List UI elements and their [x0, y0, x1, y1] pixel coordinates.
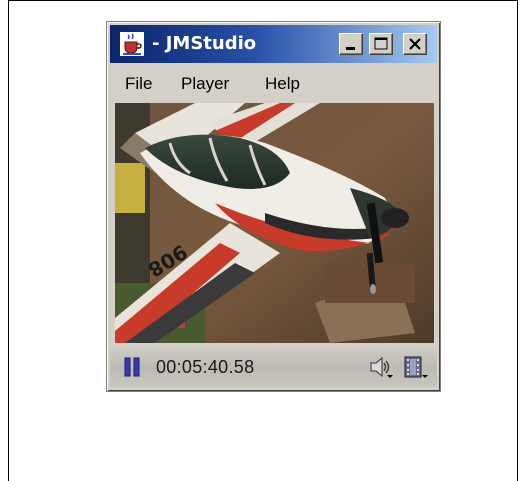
maximize-icon: [374, 37, 388, 50]
speaker-icon[interactable]: [367, 355, 395, 379]
control-bar: 00:05:40.58: [110, 347, 437, 387]
menu-file[interactable]: File: [125, 74, 152, 94]
minimize-icon: [346, 47, 355, 50]
jmstudio-window: - JMStudio File Player Help 908 00:05:40…: [106, 21, 441, 392]
title-bar[interactable]: - JMStudio: [110, 25, 437, 63]
video-frame: 908: [115, 103, 434, 343]
film-strip-icon[interactable]: [402, 355, 430, 379]
menu-help[interactable]: Help: [265, 74, 300, 94]
close-button[interactable]: [403, 33, 427, 55]
pause-icon[interactable]: [124, 357, 140, 377]
maximize-button[interactable]: [369, 33, 393, 55]
menu-player[interactable]: Player: [181, 74, 229, 94]
video-display: 908: [115, 103, 434, 343]
window-title: - JMStudio: [152, 33, 257, 54]
java-cup-icon[interactable]: [120, 32, 144, 56]
menu-bar: File Player Help: [110, 68, 437, 98]
media-time: 00:05:40.58: [156, 357, 255, 377]
minimize-button[interactable]: [339, 33, 363, 55]
close-icon: [409, 38, 421, 50]
